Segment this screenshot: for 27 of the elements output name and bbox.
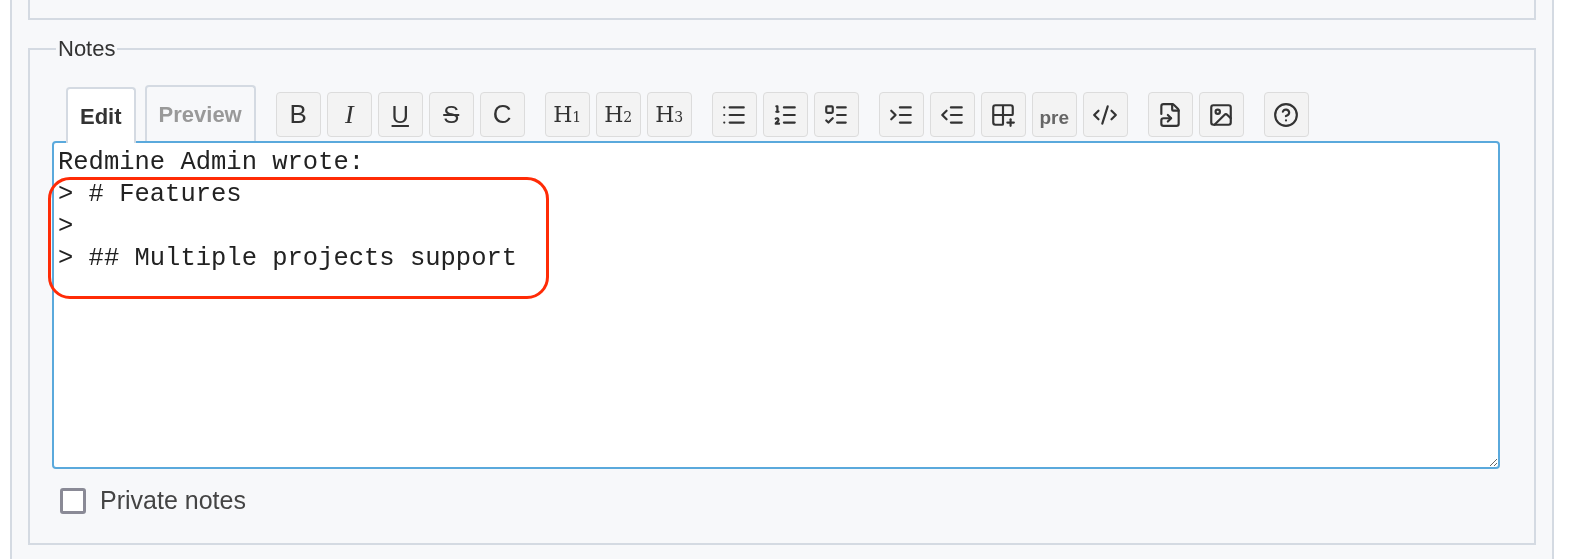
outdent-button[interactable] <box>929 92 975 137</box>
notes-legend: Notes <box>56 32 118 65</box>
checkbox-label: Private notes <box>100 485 246 516</box>
attachment-button[interactable] <box>1147 92 1193 137</box>
editor-tab[interactable]: Edit <box>66 87 136 143</box>
strikethrough-button[interactable]: S <box>428 92 474 137</box>
help-button[interactable] <box>1263 92 1309 137</box>
inline-code-button[interactable]: C <box>479 92 525 137</box>
pre-button[interactable]: pre <box>1031 92 1077 137</box>
table-plus-icon <box>990 101 1017 128</box>
heading-button[interactable]: H3 <box>646 92 692 137</box>
image-icon <box>1208 101 1235 128</box>
notes-textarea[interactable]: Redmine Admin wrote: > # Features > > ## Multiple projects support <box>52 141 1500 469</box>
indent-button[interactable] <box>878 92 924 137</box>
tasks-button[interactable] <box>813 92 859 137</box>
italic-button[interactable]: I <box>326 92 372 137</box>
underline-button[interactable]: U <box>377 92 423 137</box>
checkbox[interactable] <box>60 487 86 514</box>
code-button[interactable] <box>1082 92 1128 137</box>
help-icon <box>1273 101 1300 128</box>
heading-button[interactable]: H2 <box>595 92 641 137</box>
image-button[interactable] <box>1198 92 1244 137</box>
heading-button[interactable]: H1 <box>544 92 590 137</box>
bold-button[interactable]: B <box>275 92 321 137</box>
table-button[interactable] <box>980 92 1026 137</box>
numbered-button[interactable] <box>762 92 808 137</box>
bulleted-button[interactable] <box>711 92 757 137</box>
